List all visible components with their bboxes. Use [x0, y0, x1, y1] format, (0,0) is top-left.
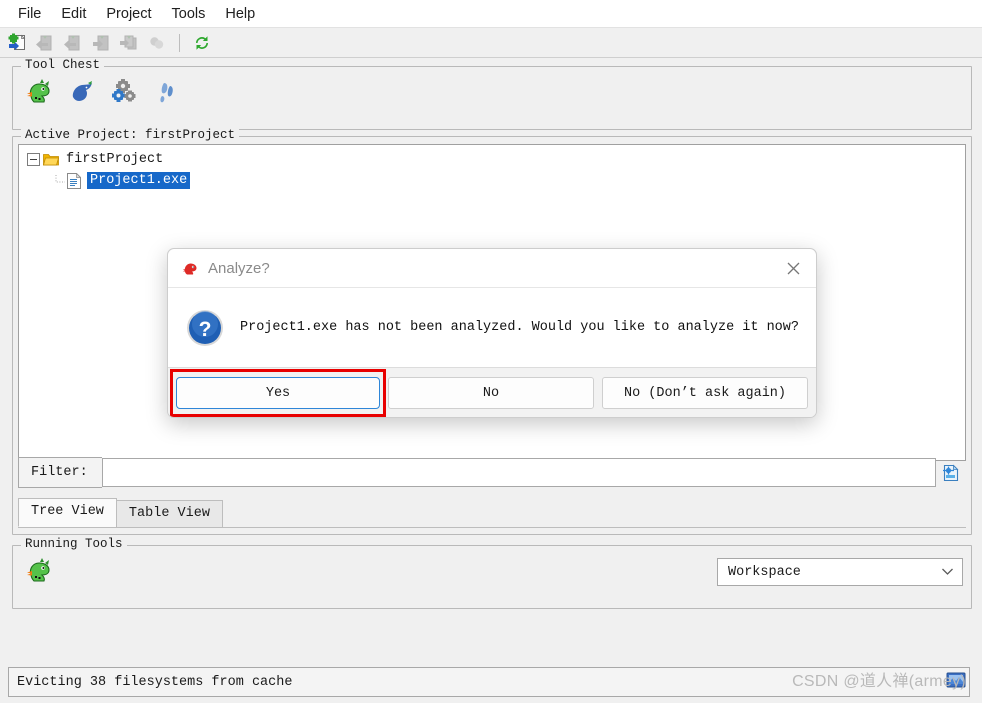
- filter-options-icon[interactable]: [936, 458, 966, 487]
- tree-node-child[interactable]: Project1.exe: [19, 170, 965, 191]
- batch-import-icon: [118, 32, 140, 54]
- link-icon: [146, 32, 168, 54]
- tab-tree-view[interactable]: Tree View: [18, 498, 117, 527]
- svg-text:?: ?: [199, 318, 212, 341]
- dialog-body: ? Project1.exe has not been analyzed. Wo…: [168, 288, 816, 368]
- active-project-title: Active Project: firstProject: [21, 128, 240, 142]
- status-bar: Evicting 38 filesystems from cache: [8, 667, 970, 697]
- workspace-dropdown[interactable]: Workspace: [717, 558, 963, 586]
- filter-label-box: Filter:: [18, 457, 102, 488]
- dialog-title: Analyze?: [208, 259, 270, 277]
- filter-label: Filter:: [31, 465, 88, 480]
- footprints-icon[interactable]: [151, 77, 181, 110]
- save-project-icon: [62, 32, 84, 54]
- tool-chest-icons: [13, 67, 971, 110]
- no-button[interactable]: No: [388, 377, 594, 409]
- yes-button-wrapper: Yes: [170, 369, 386, 417]
- filter-row: Filter:: [18, 457, 966, 488]
- view-tabs: Tree View Table View: [18, 495, 966, 528]
- ghidra-dragon-icon[interactable]: [25, 77, 55, 110]
- toolbar-separator: [179, 33, 180, 52]
- tree-node-child-label[interactable]: Project1.exe: [87, 172, 191, 189]
- running-tools-panel: Running Tools Workspace: [12, 537, 972, 609]
- program-file-icon: [67, 172, 81, 189]
- workspace-value: Workspace: [728, 564, 801, 580]
- dialog-buttons: Yes No No (Don’t ask again): [168, 368, 816, 417]
- dialog-message: Project1.exe has not been analyzed. Woul…: [240, 320, 799, 335]
- chevron-down-icon[interactable]: [941, 565, 954, 579]
- menu-project[interactable]: Project: [96, 3, 161, 25]
- tree-line-icon: [55, 175, 67, 186]
- menu-tools[interactable]: Tools: [162, 3, 216, 25]
- import-file-icon: [90, 32, 112, 54]
- tool-chest-panel: Tool Chest: [12, 58, 972, 130]
- open-project-icon: [34, 32, 56, 54]
- open-folder-icon: [43, 152, 60, 167]
- no-dont-ask-again-button[interactable]: No (Don’t ask again): [602, 377, 808, 409]
- tree-node-root-label: firstProject: [66, 152, 164, 167]
- analyze-dialog: Analyze? ? Project1.exe has not been ana…: [167, 248, 817, 418]
- menu-file[interactable]: File: [8, 3, 51, 25]
- question-icon: ?: [186, 309, 224, 347]
- ghidra-dragon-red-icon: [182, 260, 199, 277]
- menu-bar: File Edit Project Tools Help: [0, 0, 982, 28]
- toolbar: [0, 28, 982, 58]
- dialog-title-bar: Analyze?: [168, 249, 816, 288]
- screen-icon[interactable]: [945, 670, 967, 692]
- close-icon[interactable]: [770, 249, 816, 287]
- yes-button[interactable]: Yes: [176, 377, 380, 409]
- menu-help[interactable]: Help: [215, 3, 265, 25]
- collapse-expander-icon[interactable]: [27, 153, 40, 166]
- refresh-icon[interactable]: [191, 32, 213, 54]
- gears-icon[interactable]: [109, 77, 139, 110]
- new-project-icon[interactable]: [6, 32, 28, 54]
- status-text: Evicting 38 filesystems from cache: [17, 674, 293, 690]
- tab-table-view[interactable]: Table View: [115, 500, 223, 527]
- tree-node-root[interactable]: firstProject: [19, 149, 965, 170]
- menu-edit[interactable]: Edit: [51, 3, 96, 25]
- filter-input[interactable]: [101, 458, 936, 487]
- running-tools-title: Running Tools: [21, 537, 127, 551]
- ghidra-dragon-icon[interactable]: [25, 556, 55, 589]
- blue-bird-icon[interactable]: [67, 77, 97, 110]
- tool-chest-title: Tool Chest: [21, 58, 105, 72]
